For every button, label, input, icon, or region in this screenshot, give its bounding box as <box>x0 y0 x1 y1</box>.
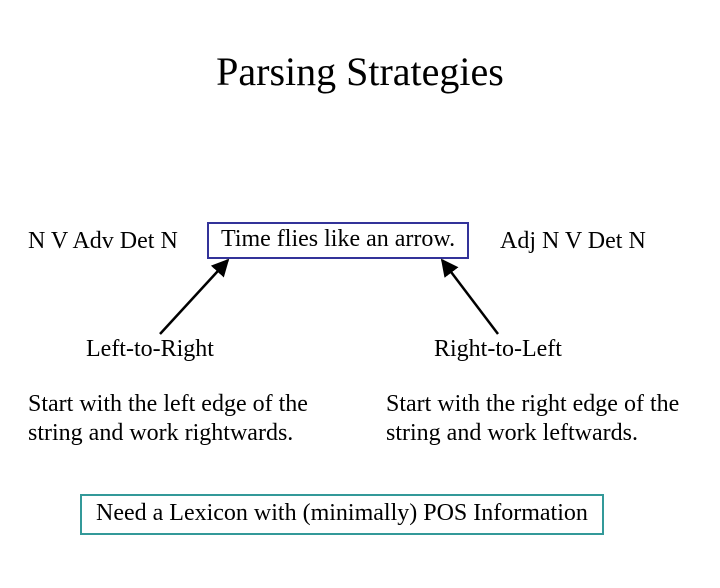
description-left: Start with the left edge of the string a… <box>28 390 348 448</box>
pos-tags-left: N V Adv Det N <box>28 228 178 255</box>
label-right-to-left: Right-to-Left <box>434 336 562 363</box>
arrow-left-to-right <box>160 260 228 334</box>
label-left-to-right: Left-to-Right <box>86 336 214 363</box>
pos-tags-right: Adj N V Det N <box>500 228 646 255</box>
lexicon-note: Need a Lexicon with (minimally) POS Info… <box>80 494 604 535</box>
sentence-box: Time flies like an arrow. <box>207 222 469 259</box>
arrow-right-to-left <box>442 260 498 334</box>
description-right: Start with the right edge of the string … <box>386 390 706 448</box>
page-title: Parsing Strategies <box>0 48 720 95</box>
